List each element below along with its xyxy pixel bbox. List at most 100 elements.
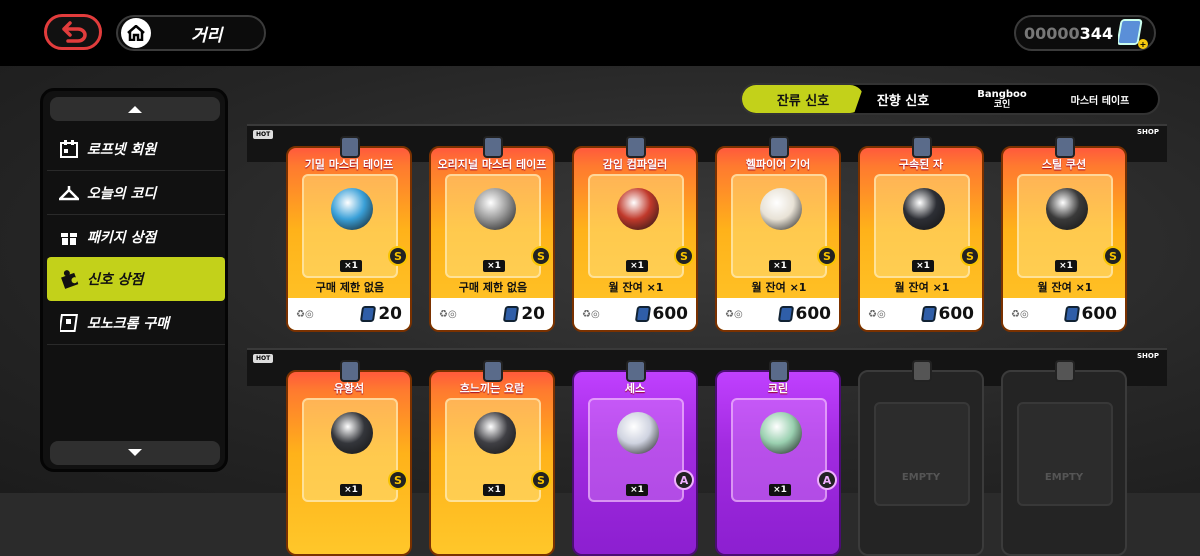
recycle-icon: ♻◎ <box>439 308 457 320</box>
rank-badge: S <box>388 246 408 266</box>
item-frame <box>1017 402 1113 506</box>
tab-sublabel: 코인 <box>993 99 1011 110</box>
tape-currency-icon <box>920 306 937 322</box>
price-value: 600 <box>1081 304 1118 324</box>
item-quantity: ×1 <box>626 484 648 496</box>
item-quantity: ×1 <box>483 260 505 272</box>
card-footer: ♻◎ 20 <box>431 298 553 330</box>
tab-label: Bangboo <box>977 88 1027 100</box>
back-button[interactable] <box>44 14 102 50</box>
item-title: 오리지널 마스터 테이프 <box>437 158 547 171</box>
item-image <box>760 412 802 454</box>
item-quantity: ×1 <box>912 260 934 272</box>
tab-master-tape[interactable]: 마스터 테이프 <box>1052 85 1148 113</box>
sidebar-item-monochrome[interactable]: 모노크롬 구매 <box>47 301 225 345</box>
item-title: 구속된 자 <box>898 158 944 171</box>
shop-item-card[interactable]: 헬파이어 기어 S ×1 월 잔여 ×1 ♻◎ 600 <box>715 136 841 332</box>
shop-logo: SHOP <box>1137 352 1159 360</box>
clip-icon <box>912 136 932 158</box>
item-image <box>331 412 373 454</box>
clip-icon <box>340 136 360 158</box>
item-image <box>903 188 945 230</box>
sidebar-item-package[interactable]: 패키지 상점 <box>47 215 225 259</box>
tab-echo-signal[interactable]: 잔향 신호 <box>864 85 942 113</box>
item-frame: S ×1 월 잔여 ×1 <box>731 174 837 294</box>
calendar-icon <box>59 139 79 159</box>
purchase-limit: 월 잔여 ×1 <box>894 281 950 294</box>
home-icon <box>121 18 151 48</box>
shop-item-card[interactable]: 감입 컴파일러 S ×1 월 잔여 ×1 ♻◎ 600 <box>572 136 698 332</box>
shop-item-card[interactable]: 흐느끼는 요람 S ×1 <box>429 360 555 556</box>
item-frame <box>874 402 970 506</box>
item-image <box>474 412 516 454</box>
item-quantity: ×1 <box>340 484 362 496</box>
clip-icon <box>769 136 789 158</box>
card-footer: ♻◎ 600 <box>860 298 982 330</box>
location-pill[interactable]: 거리 <box>116 15 266 51</box>
empty-label: EMPTY <box>901 472 941 483</box>
item-quantity: ×1 <box>769 484 791 496</box>
item-price: 600 <box>1063 304 1118 324</box>
empty-slot: EMPTY <box>858 360 984 556</box>
scroll-up-button[interactable] <box>50 97 220 121</box>
clip-icon <box>626 360 646 382</box>
shop-item-card[interactable]: 코린 A ×1 <box>715 360 841 556</box>
scroll-down-button[interactable] <box>50 441 220 465</box>
item-quantity: ×1 <box>1055 260 1077 272</box>
clip-icon <box>1055 136 1075 158</box>
shop-item-card[interactable]: 스틸 쿠션 S ×1 월 잔여 ×1 ♻◎ 600 <box>1001 136 1127 332</box>
item-frame: A ×1 <box>731 398 837 502</box>
svg-text:+: + <box>1140 40 1147 49</box>
sidebar-item-coordi[interactable]: 오늘의 코디 <box>47 171 225 215</box>
tab-label: 잔향 신호 <box>876 93 930 109</box>
clip-icon <box>483 136 503 158</box>
shop-logo: SHOP <box>1137 128 1159 136</box>
sidebar-item-label: 오늘의 코디 <box>87 185 157 202</box>
puzzle-icon <box>59 269 79 289</box>
chevron-down-icon <box>128 449 142 456</box>
empty-label: EMPTY <box>1044 472 1084 483</box>
sidebar-item-ropenet[interactable]: 로프넷 회원 <box>47 127 225 171</box>
item-quantity: ×1 <box>769 260 791 272</box>
clip-icon <box>769 360 789 382</box>
recycle-icon: ♻◎ <box>868 308 886 320</box>
currency-value: 344 <box>1079 23 1114 43</box>
item-price: 600 <box>920 304 974 324</box>
chevron-up-icon <box>128 106 142 113</box>
clip-icon <box>626 136 646 158</box>
item-image <box>1046 188 1088 230</box>
hot-tag: HOT <box>253 130 274 139</box>
sidebar-item-label: 모노크롬 구매 <box>87 315 170 332</box>
hanger-icon <box>59 183 79 203</box>
item-frame: S ×1 <box>445 398 551 502</box>
item-title: 스틸 쿠션 <box>1041 158 1087 171</box>
shop-item-card[interactable]: 세스 A ×1 <box>572 360 698 556</box>
item-title: 흐느끼는 요람 <box>459 382 525 395</box>
item-frame: S ×1 구매 제한 없음 <box>302 174 408 294</box>
tab-bangboo-coin[interactable]: Bangboo 코인 <box>954 85 1050 113</box>
purchase-limit: 월 잔여 ×1 <box>751 281 807 294</box>
shop-item-card[interactable]: 기밀 마스터 테이프 S ×1 구매 제한 없음 ♻◎ 20 <box>286 136 412 332</box>
sidebar-item-signal-shop[interactable]: 신호 상점 <box>47 257 225 301</box>
sidebar: 로프넷 회원 오늘의 코디 패키지 상점 신호 상점 모노크롬 구매 <box>40 88 228 472</box>
item-title: 세스 <box>624 382 646 395</box>
purchase-limit: 월 잔여 ×1 <box>608 281 664 294</box>
item-price: 600 <box>634 304 688 324</box>
currency-display[interactable]: 00000 344 + <box>1014 15 1156 51</box>
tape-currency-icon <box>634 306 651 322</box>
item-frame: S ×1 월 잔여 ×1 <box>1017 174 1123 294</box>
rank-badge: A <box>817 470 837 490</box>
hot-tag: HOT <box>253 354 274 363</box>
price-value: 600 <box>795 304 832 324</box>
shop-item-card[interactable]: 오리지널 마스터 테이프 S ×1 구매 제한 없음 ♻◎ 20 <box>429 136 555 332</box>
recycle-icon: ♻◎ <box>1011 308 1029 320</box>
card-footer: ♻◎ 600 <box>574 298 696 330</box>
shop-item-card[interactable]: 유황석 S ×1 <box>286 360 412 556</box>
tab-label: 잔류 신호 <box>776 93 830 109</box>
tab-residual-signal[interactable]: 잔류 신호 <box>742 85 864 113</box>
sidebar-item-label: 신호 상점 <box>87 272 144 288</box>
item-price: 20 <box>503 304 545 324</box>
rank-badge: S <box>1103 246 1123 266</box>
empty-slot: EMPTY <box>1001 360 1127 556</box>
shop-item-card[interactable]: 구속된 자 S ×1 월 잔여 ×1 ♻◎ 600 <box>858 136 984 332</box>
